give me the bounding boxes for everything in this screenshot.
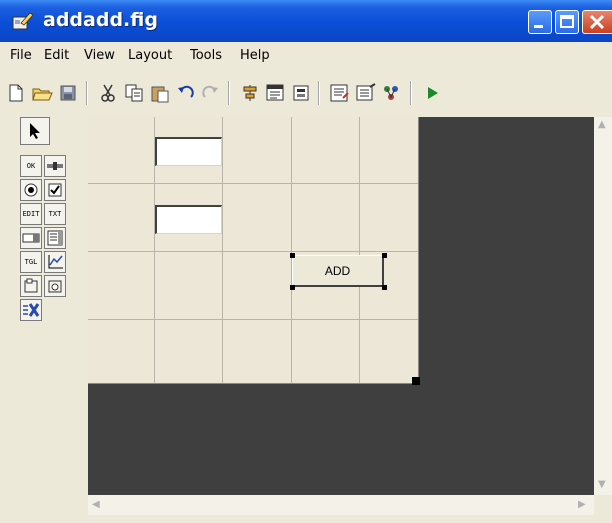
toolbar-separator bbox=[228, 81, 230, 105]
edit-text-box-1[interactable] bbox=[155, 137, 222, 166]
menu-bar: File Edit View Layout Tools Help bbox=[0, 42, 612, 70]
selection-handle[interactable] bbox=[290, 285, 295, 290]
edit-text-box-2[interactable] bbox=[155, 205, 222, 234]
cut-icon[interactable] bbox=[96, 81, 120, 105]
menu-help[interactable]: Help bbox=[240, 48, 270, 63]
guide-window: addadd.fig File Edit View Layout Tools H… bbox=[0, 0, 612, 523]
activex-tool[interactable] bbox=[20, 299, 42, 321]
push-button-tool-label: OK bbox=[26, 162, 36, 170]
new-file-icon[interactable] bbox=[4, 81, 28, 105]
figure-resize-handle[interactable] bbox=[412, 377, 420, 385]
scroll-left-icon[interactable]: ◀ bbox=[92, 499, 100, 510]
static-text-tool[interactable]: TXT bbox=[44, 203, 66, 225]
title-bar[interactable]: addadd.fig bbox=[0, 0, 612, 42]
button-group-tool[interactable] bbox=[44, 275, 66, 297]
layout-area[interactable]: ADD bbox=[88, 117, 594, 495]
checkbox-tool[interactable] bbox=[44, 179, 66, 201]
close-button[interactable] bbox=[582, 10, 612, 34]
copy-icon[interactable] bbox=[122, 81, 146, 105]
grid-line bbox=[88, 183, 418, 184]
paste-icon[interactable] bbox=[148, 81, 172, 105]
toolbar-separator bbox=[86, 81, 88, 105]
grid-line bbox=[291, 117, 292, 383]
toolbar-separator bbox=[318, 81, 320, 105]
radio-button-tool[interactable] bbox=[20, 179, 42, 201]
property-inspector-icon[interactable] bbox=[354, 81, 378, 105]
toolbar-separator bbox=[410, 81, 412, 105]
redo-icon[interactable] bbox=[198, 81, 222, 105]
scroll-down-icon[interactable]: ▼ bbox=[598, 479, 606, 490]
selection-handle[interactable] bbox=[382, 253, 387, 258]
scroll-up-icon[interactable]: ▲ bbox=[598, 119, 606, 130]
panel-tool[interactable] bbox=[20, 275, 42, 297]
grid-line bbox=[222, 117, 223, 383]
listbox-tool[interactable] bbox=[44, 227, 66, 249]
toggle-button-tool-label: TGL bbox=[24, 258, 38, 266]
slider-tool[interactable] bbox=[44, 155, 66, 177]
popup-menu-tool[interactable] bbox=[20, 227, 42, 249]
menu-view[interactable]: View bbox=[84, 48, 115, 63]
run-icon[interactable] bbox=[420, 81, 444, 105]
object-browser-icon[interactable] bbox=[380, 81, 404, 105]
minimize-button[interactable] bbox=[528, 10, 552, 34]
horizontal-scrollbar[interactable]: ◀ ▶ bbox=[88, 495, 594, 515]
component-palette: OK EDIT TXT TGL bbox=[20, 117, 84, 362]
add-button[interactable]: ADD bbox=[292, 255, 384, 287]
undo-icon[interactable] bbox=[174, 81, 198, 105]
menu-editor-icon[interactable] bbox=[264, 81, 288, 105]
toggle-button-tool[interactable]: TGL bbox=[20, 251, 42, 273]
maximize-button[interactable] bbox=[555, 10, 579, 34]
menu-tools[interactable]: Tools bbox=[190, 48, 222, 63]
push-button-tool[interactable]: OK bbox=[20, 155, 42, 177]
vertical-scrollbar[interactable]: ▲ ▼ bbox=[594, 117, 612, 495]
edit-text-tool-label: EDIT bbox=[22, 210, 40, 218]
select-tool[interactable] bbox=[20, 117, 50, 145]
toolbar bbox=[0, 73, 612, 113]
fig-file-icon bbox=[12, 11, 34, 31]
selection-handle[interactable] bbox=[382, 285, 387, 290]
menu-edit[interactable]: Edit bbox=[44, 48, 69, 63]
m-file-editor-icon[interactable] bbox=[328, 81, 352, 105]
grid-line bbox=[88, 251, 418, 252]
static-text-tool-label: TXT bbox=[48, 210, 62, 218]
figure-canvas[interactable]: ADD bbox=[88, 117, 419, 384]
align-icon[interactable] bbox=[238, 81, 262, 105]
edit-text-tool[interactable]: EDIT bbox=[20, 203, 42, 225]
tab-order-icon[interactable] bbox=[290, 81, 314, 105]
axes-tool[interactable] bbox=[44, 251, 66, 273]
menu-file[interactable]: File bbox=[10, 48, 32, 63]
grid-line bbox=[359, 117, 360, 383]
grid-line bbox=[88, 319, 418, 320]
open-folder-icon[interactable] bbox=[30, 81, 54, 105]
save-icon[interactable] bbox=[56, 81, 80, 105]
menu-layout[interactable]: Layout bbox=[128, 48, 172, 63]
scroll-right-icon[interactable]: ▶ bbox=[578, 499, 586, 510]
window-title: addadd.fig bbox=[43, 9, 158, 31]
selection-handle[interactable] bbox=[290, 253, 295, 258]
